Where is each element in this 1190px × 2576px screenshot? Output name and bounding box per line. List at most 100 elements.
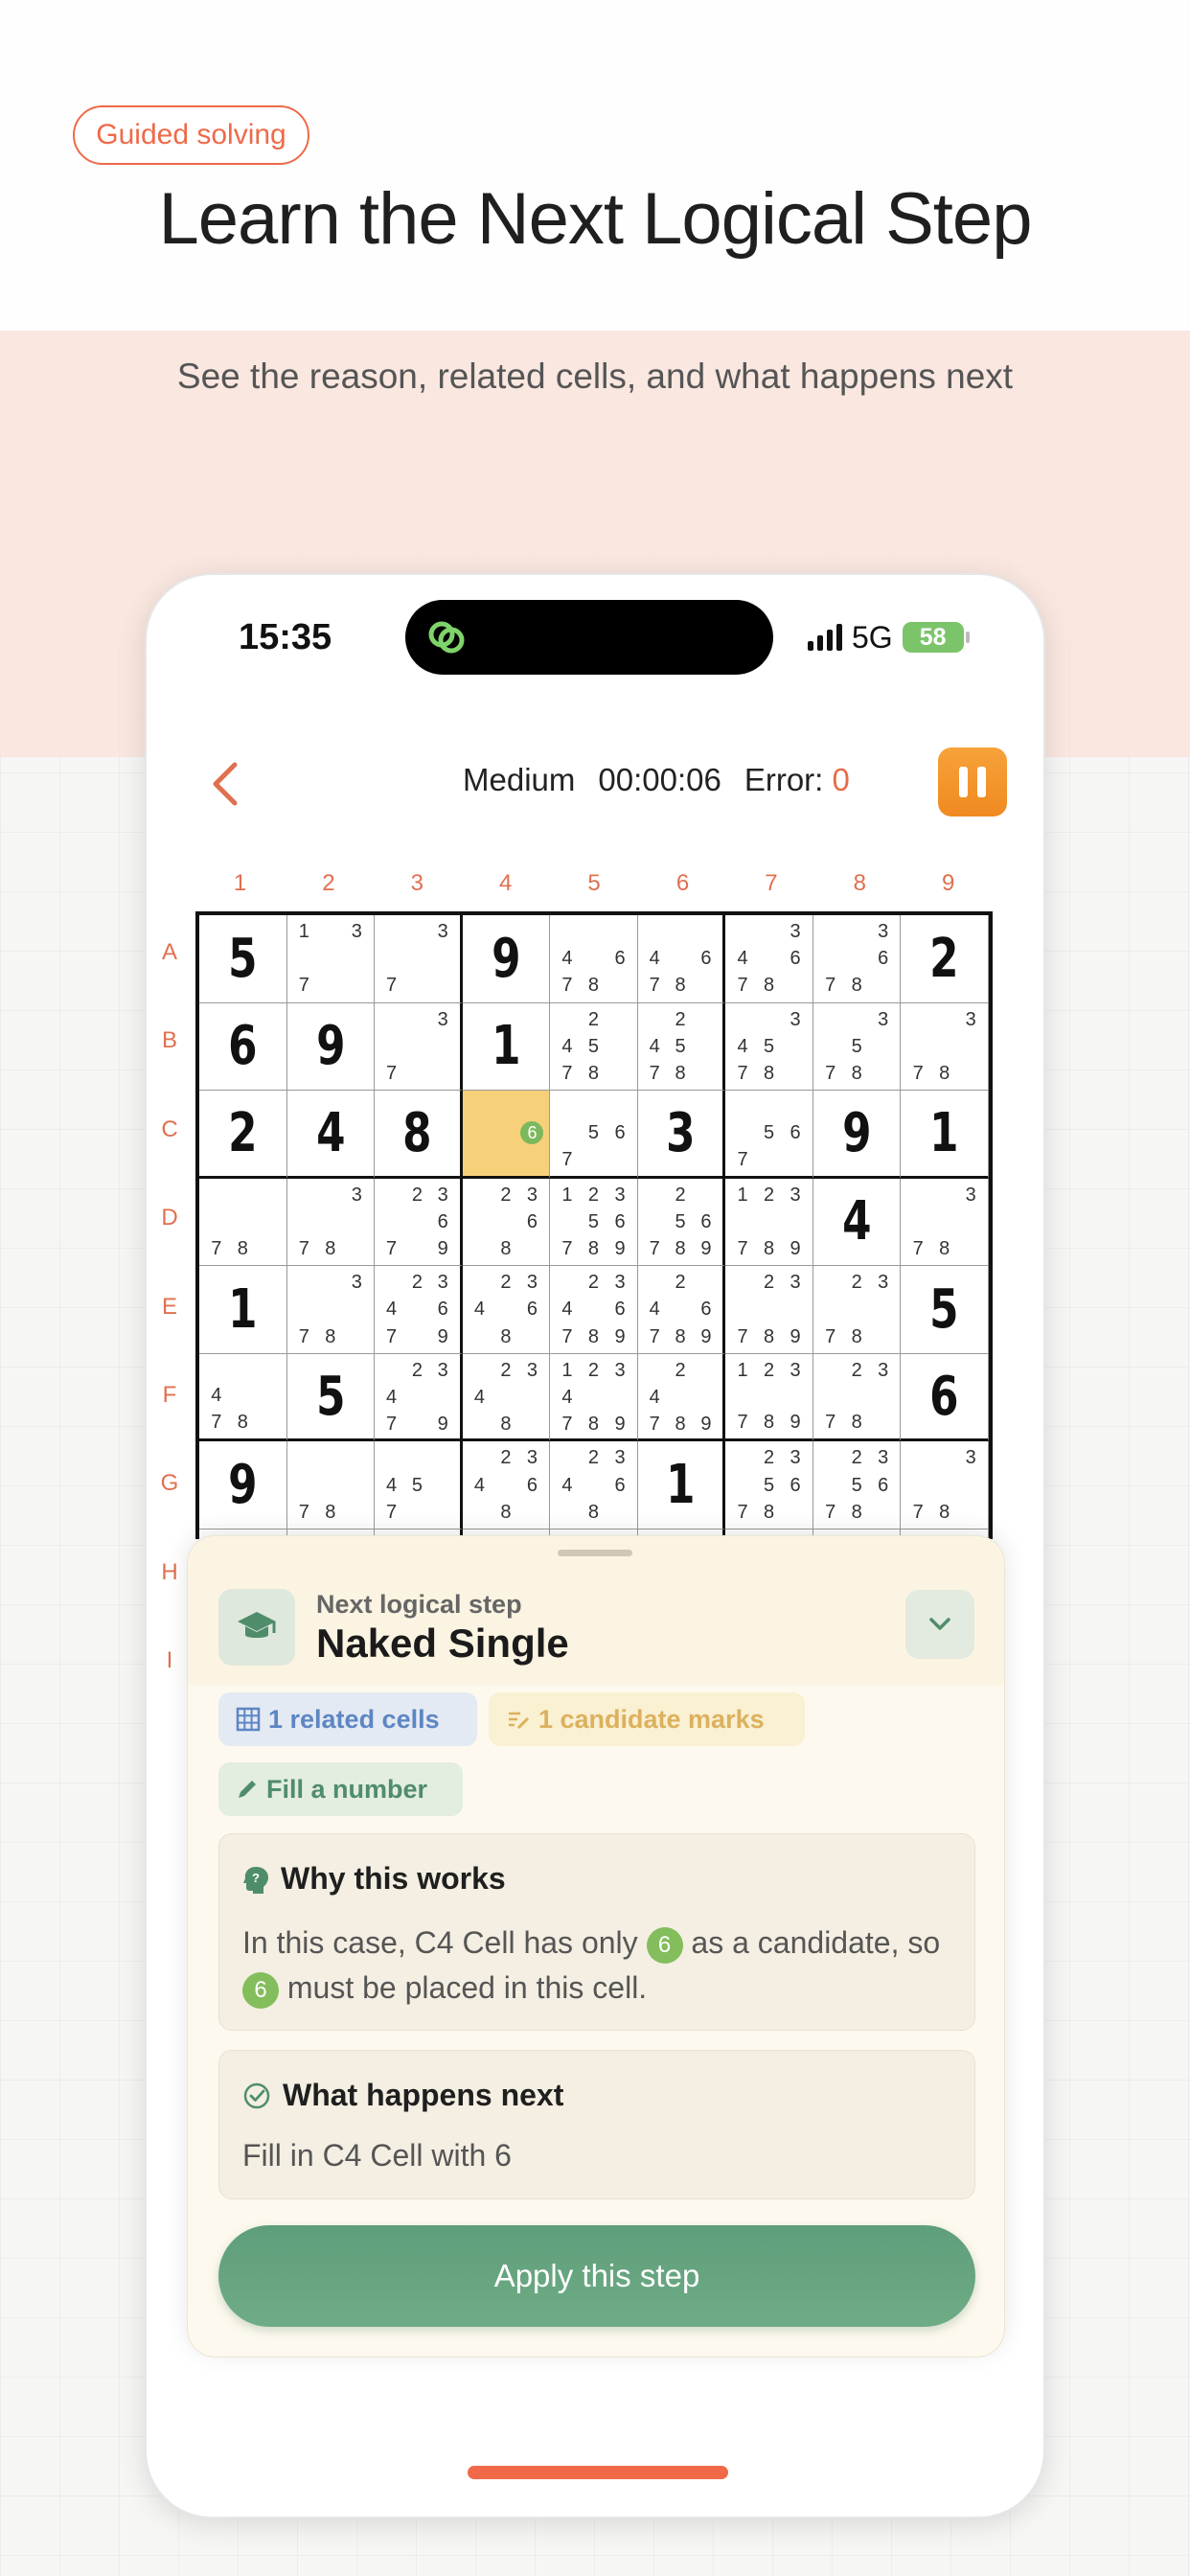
board-cell[interactable]: 4 78 (199, 1353, 287, 1442)
candidate-mark (203, 1182, 230, 1208)
board-cell[interactable]: 3 4 6 78 (725, 915, 813, 1003)
board-cell[interactable]: 457 (375, 1441, 463, 1530)
board-cell[interactable]: 78 (286, 1441, 376, 1530)
home-indicator[interactable] (468, 2466, 728, 2479)
board-cell[interactable]: 3 (637, 1091, 726, 1179)
board-cell[interactable]: 23 6 7 9 (375, 1178, 463, 1267)
board-cell[interactable]: 1 (199, 1266, 287, 1354)
board-cell[interactable]: 2 (199, 1091, 287, 1179)
candidate-mark: 2 (587, 1272, 600, 1294)
board-cell[interactable]: 24 6 789 (637, 1266, 726, 1354)
board-cell[interactable]: 1 (901, 1091, 989, 1179)
board-cell[interactable]: 37 (375, 1002, 463, 1092)
board-cell[interactable]: 3578 (812, 1002, 902, 1092)
candidate-mark: 7 (825, 1501, 836, 1523)
board-cell[interactable]: 3 4578 (725, 1002, 813, 1092)
apply-step-button[interactable]: Apply this step (218, 2225, 975, 2327)
candidate-mark (606, 918, 633, 945)
board-cell[interactable]: 6 (199, 1002, 287, 1092)
board-cell[interactable]: 6 (462, 1091, 551, 1179)
board-cell[interactable]: 23 4 68 (462, 1441, 551, 1530)
cell-value: 3 (665, 1101, 696, 1164)
candidate-mark (756, 1296, 783, 1322)
board-cell[interactable]: 3 78 (901, 1002, 989, 1092)
sheet-grabber[interactable] (558, 1550, 632, 1556)
board-cell[interactable]: 4 (286, 1091, 376, 1179)
board-cell[interactable]: 23 68 (462, 1178, 551, 1267)
board-cell[interactable]: 3 78 (901, 1178, 989, 1267)
board-cell[interactable]: 23 78 (812, 1266, 902, 1354)
board-cell[interactable]: 3 78 (286, 1178, 376, 1267)
candidate-mark (904, 1444, 931, 1471)
board-cell[interactable]: 24578 (637, 1002, 726, 1092)
candidate-mark (378, 1208, 404, 1235)
hint-kicker: Next logical step (316, 1590, 522, 1619)
candidate-grid: 23 68 (467, 1182, 546, 1263)
board-cell[interactable]: 4 6 78 (550, 915, 638, 1003)
board-cell[interactable]: 9 (286, 1002, 376, 1092)
board-cell[interactable]: 9 (812, 1091, 902, 1179)
board-cell[interactable]: 123 789 (725, 1353, 813, 1442)
board-cell[interactable]: 5 (199, 915, 287, 1003)
candidate-mark: 2 (500, 1184, 512, 1206)
board-cell[interactable]: 123 4 789 (550, 1353, 638, 1442)
board-cell[interactable]: 1 3 7 (286, 915, 376, 1003)
candidate-mark (519, 1411, 546, 1438)
board-cell[interactable]: 123 789 (725, 1178, 813, 1267)
board-cell[interactable]: 3 78 (286, 1266, 376, 1354)
board-cell[interactable]: 4 6 78 (637, 915, 726, 1003)
pause-button[interactable] (938, 748, 1007, 816)
candidate-mark (404, 972, 430, 999)
candidate-mark (344, 1208, 371, 1235)
candidate-mark: 6 (437, 1299, 448, 1321)
board-cell[interactable]: 1 (637, 1441, 726, 1530)
candidate-mark (904, 1182, 931, 1208)
back-button[interactable] (204, 755, 252, 813)
board-cell[interactable]: 2 (901, 915, 989, 1003)
collapse-button[interactable] (905, 1590, 974, 1659)
candidate-mark: 8 (587, 1501, 600, 1523)
fill-number-tag[interactable]: Fill a number (218, 1762, 463, 1816)
candidate-mark (843, 945, 870, 972)
board-cell[interactable]: 23 4 6 789 (550, 1266, 638, 1354)
board-cell[interactable]: 23 4 68 (462, 1266, 551, 1354)
board-cell[interactable]: 2356 78 (725, 1441, 813, 1530)
board-cell[interactable]: 24578 (550, 1002, 638, 1092)
board-cell[interactable]: 6 (901, 1353, 989, 1442)
board-cell[interactable]: 24 789 (637, 1353, 726, 1442)
board-cell[interactable]: 4 (812, 1178, 902, 1267)
candidate-mark (230, 1357, 257, 1383)
board-cell[interactable]: 3 6 78 (812, 915, 902, 1003)
board-cell[interactable]: 9 (199, 1441, 287, 1530)
related-cells-tag[interactable]: 1 related cells (218, 1692, 477, 1746)
board-cell[interactable]: 2356 78 (812, 1441, 902, 1530)
board-cell[interactable]: 23 789 (725, 1266, 813, 1354)
candidate-digit-badge: 6 (646, 1926, 683, 1964)
candidate-mark (642, 1182, 668, 1208)
candidate-mark (430, 1384, 456, 1411)
board-cell[interactable]: 23 4 6 7 9 (375, 1266, 463, 1354)
board-cell[interactable]: 23 4 7 9 (375, 1353, 463, 1442)
board-cell[interactable]: 78 (199, 1178, 287, 1267)
board-cell[interactable]: 1 (462, 1002, 551, 1092)
candidate-marks-tag[interactable]: 1 candidate marks (489, 1692, 805, 1746)
candidate-mark: 6 (614, 1121, 626, 1143)
candidate-mark (904, 1472, 931, 1499)
board-cell[interactable]: 2 56 789 (637, 1178, 726, 1267)
board-cell[interactable]: 23 4 68 (550, 1441, 638, 1530)
board-cell[interactable]: 23 78 (812, 1353, 902, 1442)
board-cell[interactable]: 5 (901, 1266, 989, 1354)
board-cell[interactable]: 3 78 (901, 1441, 989, 1530)
board-cell[interactable]: 23 48 (462, 1353, 551, 1442)
candidate-mark: 3 (965, 1184, 976, 1206)
row-label: A (161, 939, 177, 965)
board-cell[interactable]: 56 7 (725, 1091, 813, 1179)
board-cell[interactable]: 37 (375, 915, 463, 1003)
board-cell[interactable]: 56 7 (550, 1091, 638, 1179)
candidate-mark (291, 1444, 318, 1471)
board-cell[interactable]: 8 (375, 1091, 463, 1179)
board-cell[interactable]: 5 (286, 1353, 376, 1442)
board-cell[interactable]: 12356 789 (550, 1178, 638, 1267)
candidate-mark: 3 (526, 1184, 538, 1206)
board-cell[interactable]: 9 (462, 915, 551, 1003)
